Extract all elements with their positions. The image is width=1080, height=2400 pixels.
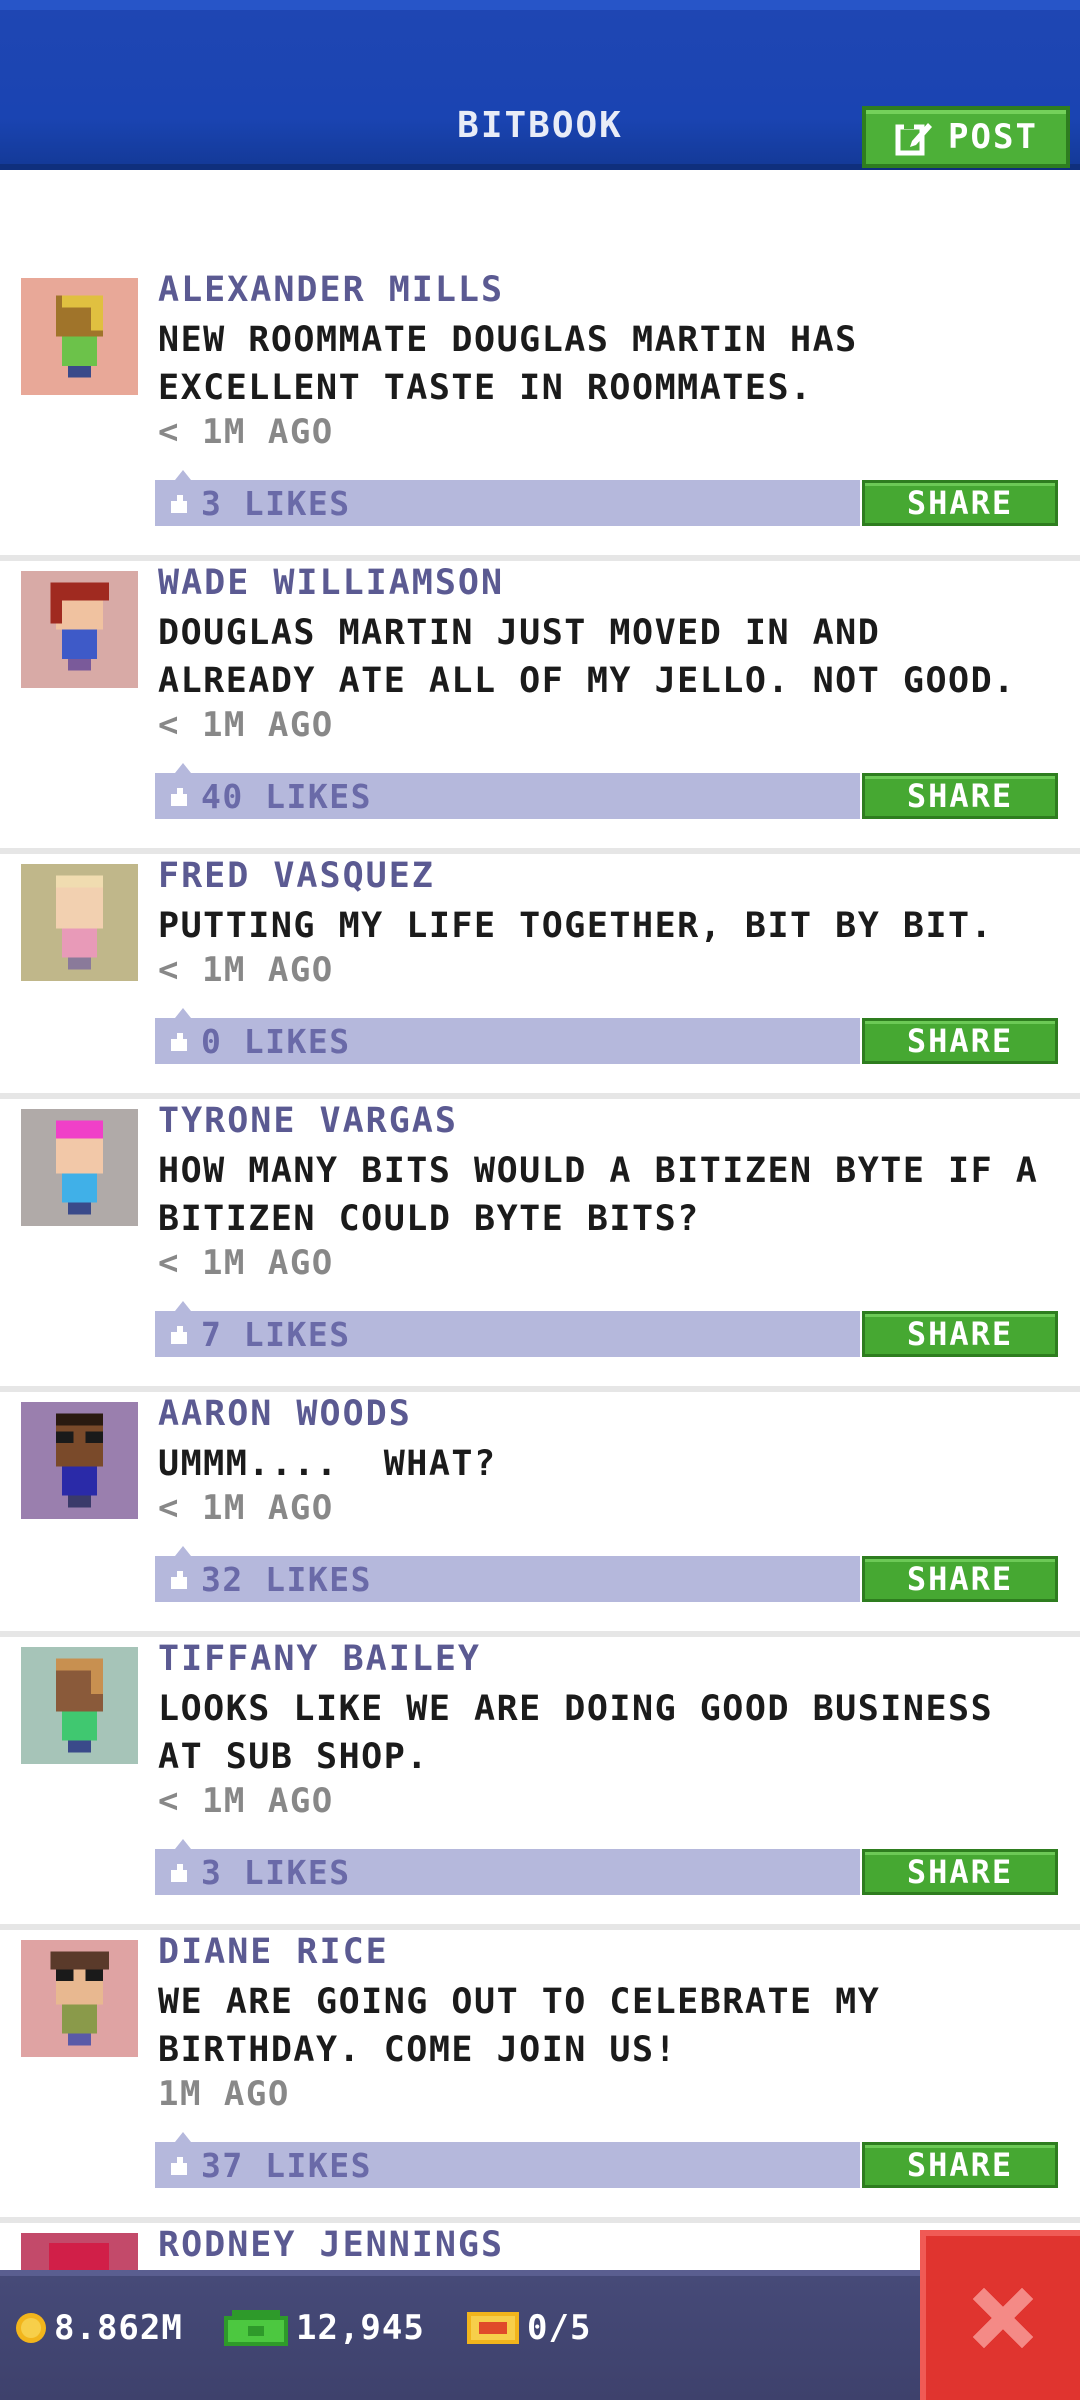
thumbs-up-icon xyxy=(171,1033,187,1051)
post-author[interactable]: AARON WOODS xyxy=(158,1394,412,1434)
list-item: FRED VASQUEZ PUTTING MY LIFE TOGETHER, B… xyxy=(0,854,1080,1099)
post-button-label: POST xyxy=(948,117,1038,157)
list-item: TYRONE VARGAS HOW MANY BITS WOULD A BITI… xyxy=(0,1099,1080,1392)
post-author[interactable]: WADE WILLIAMSON xyxy=(158,563,504,603)
like-button[interactable]: 3 LIKES xyxy=(155,470,860,526)
like-button[interactable]: 37 LIKES xyxy=(155,2132,860,2188)
like-count: 40 LIKES xyxy=(201,776,372,816)
like-button[interactable]: 3 LIKES xyxy=(155,1839,860,1895)
post-author[interactable]: DIANE RICE xyxy=(158,1932,389,1972)
post-author[interactable]: TIFFANY BAILEY xyxy=(158,1639,481,1679)
avatar xyxy=(21,1109,138,1226)
avatar xyxy=(21,571,138,688)
like-count: 3 LIKES xyxy=(201,483,351,523)
share-button[interactable]: SHARE xyxy=(862,773,1058,819)
post-text: PUTTING MY LIFE TOGETHER, BIT BY BIT. xyxy=(158,906,994,946)
post-author[interactable]: FRED VASQUEZ xyxy=(158,856,435,896)
avatar xyxy=(21,278,138,395)
share-button[interactable]: SHARE xyxy=(862,2142,1058,2188)
post-time: 1M AGO xyxy=(158,2074,290,2114)
thumbs-up-icon xyxy=(171,1864,187,1882)
thumbs-up-icon xyxy=(171,2157,187,2175)
share-button[interactable]: SHARE xyxy=(862,1018,1058,1064)
app-header: BITBOOK POST xyxy=(0,0,1080,170)
list-item: TIFFANY BAILEY LOOKS LIKE WE ARE DOING G… xyxy=(0,1637,1080,1930)
like-button[interactable]: 7 LIKES xyxy=(155,1301,860,1357)
post-button[interactable]: POST xyxy=(862,106,1070,168)
tickets-stat: 0/5 xyxy=(465,2308,591,2348)
post-time: < 1M AGO xyxy=(158,412,334,452)
like-count: 3 LIKES xyxy=(201,1852,351,1892)
post-author[interactable]: TYRONE VARGAS xyxy=(158,1101,458,1141)
like-count: 37 LIKES xyxy=(201,2145,372,2185)
tickets-value: 0/5 xyxy=(527,2308,592,2348)
close-button[interactable] xyxy=(920,2230,1080,2400)
coin-icon xyxy=(16,2313,46,2343)
post-author[interactable]: RODNEY JENNINGS xyxy=(158,2225,504,2265)
share-button[interactable]: SHARE xyxy=(862,1849,1058,1895)
edit-icon xyxy=(895,123,933,156)
post-text: WE ARE GOING OUT TO CELEBRATE MY BIRTHDA… xyxy=(158,1982,881,2070)
list-item: ALEXANDER MILLS NEW ROOMMATE DOUGLAS MAR… xyxy=(0,268,1080,561)
post-time: < 1M AGO xyxy=(158,1243,334,1283)
feed-list: ALEXANDER MILLS NEW ROOMMATE DOUGLAS MAR… xyxy=(0,268,1080,2303)
coins-value: 8.862M xyxy=(54,2308,183,2348)
post-text: LOOKS LIKE WE ARE DOING GOOD BUSINESS AT… xyxy=(158,1689,994,1777)
coins-stat: 8.862M xyxy=(14,2308,183,2348)
share-button[interactable]: SHARE xyxy=(862,1311,1058,1357)
like-button[interactable]: 0 LIKES xyxy=(155,1008,860,1064)
like-button[interactable]: 40 LIKES xyxy=(155,763,860,819)
avatar xyxy=(21,1402,138,1519)
post-text: HOW MANY BITS WOULD A BITIZEN BYTE IF A … xyxy=(158,1151,1039,1239)
list-item: AARON WOODS UMMM.... WHAT? < 1M AGO 32 L… xyxy=(0,1392,1080,1637)
list-item: DIANE RICE WE ARE GOING OUT TO CELEBRATE… xyxy=(0,1930,1080,2223)
like-button[interactable]: 32 LIKES xyxy=(155,1546,860,1602)
bux-stat: 12,945 xyxy=(222,2308,425,2348)
share-button[interactable]: SHARE xyxy=(862,1556,1058,1602)
post-text: NEW ROOMMATE DOUGLAS MARTIN HAS EXCELLEN… xyxy=(158,320,858,408)
ticket-icon xyxy=(467,2312,519,2344)
post-time: < 1M AGO xyxy=(158,950,334,990)
share-button[interactable]: SHARE xyxy=(862,480,1058,526)
avatar xyxy=(21,1647,138,1764)
list-item: WADE WILLIAMSON DOUGLAS MARTIN JUST MOVE… xyxy=(0,561,1080,854)
post-text: UMMM.... WHAT? xyxy=(158,1444,497,1484)
close-icon xyxy=(972,2287,1034,2349)
avatar xyxy=(21,864,138,981)
thumbs-up-icon xyxy=(171,495,187,513)
thumbs-up-icon xyxy=(171,1326,187,1344)
post-time: < 1M AGO xyxy=(158,705,334,745)
like-count: 7 LIKES xyxy=(201,1314,351,1354)
like-count: 32 LIKES xyxy=(201,1559,372,1599)
status-bar: 8.862M 12,945 0/5 xyxy=(0,2270,1080,2400)
thumbs-up-icon xyxy=(171,788,187,806)
post-author[interactable]: ALEXANDER MILLS xyxy=(158,270,504,310)
avatar xyxy=(21,1940,138,2057)
post-time: < 1M AGO xyxy=(158,1781,334,1821)
post-time: < 1M AGO xyxy=(158,1488,334,1528)
thumbs-up-icon xyxy=(171,1571,187,1589)
bux-icon xyxy=(224,2310,288,2346)
bux-value: 12,945 xyxy=(296,2308,425,2348)
like-count: 0 LIKES xyxy=(201,1021,351,1061)
post-text: DOUGLAS MARTIN JUST MOVED IN AND ALREADY… xyxy=(158,613,1016,701)
